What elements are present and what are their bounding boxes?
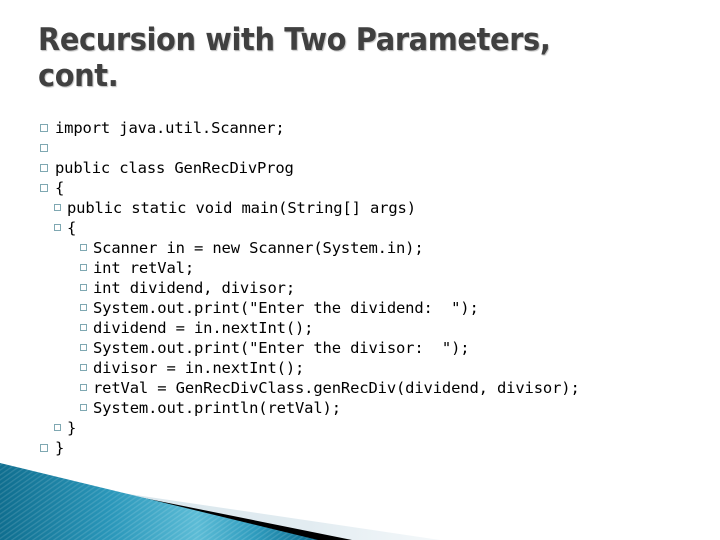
code-line-text: import java.util.Scanner;: [55, 119, 285, 137]
code-line: dividend = in.nextInt();: [40, 318, 710, 338]
code-line-text: Scanner in = new Scanner(System.in);: [93, 239, 424, 257]
code-line: }: [40, 438, 710, 458]
bullet-square-icon: [80, 364, 87, 371]
page-title: Recursion with Two Parameters, cont.: [38, 22, 561, 94]
code-line-text: System.out.print("Enter the divisor: ");: [93, 339, 470, 357]
bullet-square-icon: [40, 164, 48, 172]
code-line-text: public static void main(String[] args): [67, 199, 416, 217]
decor-black-stripe: [0, 469, 352, 540]
bullet-square-icon: [40, 444, 48, 452]
code-line-text: System.out.print("Enter the dividend: ")…: [93, 299, 479, 317]
code-line-text: System.out.println(retVal);: [93, 399, 341, 417]
code-line-text: }: [67, 419, 77, 437]
bullet-square-icon: [40, 144, 48, 152]
decor-pale-band: [0, 475, 440, 540]
code-line: divisor = in.nextInt();: [40, 358, 710, 378]
code-line-text: retVal = GenRecDivClass.genRecDiv(divide…: [93, 379, 580, 397]
code-line: {: [40, 218, 710, 238]
bullet-square-icon: [80, 344, 87, 351]
bullet-square-icon: [80, 244, 87, 251]
code-line-text: public class GenRecDivProg: [55, 159, 294, 177]
bullet-square-icon: [54, 204, 61, 211]
slide: Recursion with Two Parameters, cont. imp…: [0, 0, 720, 540]
code-line-text: }: [55, 439, 65, 457]
code-line: public class GenRecDivProg: [40, 158, 710, 178]
bullet-square-icon: [80, 264, 87, 271]
decor-teal-wedge: [0, 463, 318, 540]
code-line: System.out.print("Enter the divisor: ");: [40, 338, 710, 358]
code-line: int retVal;: [40, 258, 710, 278]
code-body: import java.util.Scanner; public class Ge…: [40, 118, 710, 458]
code-line-text: dividend = in.nextInt();: [93, 319, 314, 337]
code-line-text: {: [55, 179, 65, 197]
code-line: public static void main(String[] args): [40, 198, 710, 218]
code-line: retVal = GenRecDivClass.genRecDiv(divide…: [40, 378, 710, 398]
code-line-text: {: [67, 219, 77, 237]
bullet-square-icon: [40, 184, 48, 192]
code-line: [40, 138, 710, 158]
code-line: }: [40, 418, 710, 438]
code-line: import java.util.Scanner;: [40, 118, 710, 138]
code-line: int dividend, divisor;: [40, 278, 710, 298]
code-line-text: int retVal;: [93, 259, 194, 277]
code-line-text: divisor = in.nextInt();: [93, 359, 305, 377]
bullet-square-icon: [80, 404, 87, 411]
bullet-square-icon: [80, 304, 87, 311]
bullet-square-icon: [80, 384, 87, 391]
code-line: Scanner in = new Scanner(System.in);: [40, 238, 710, 258]
bullet-square-icon: [54, 224, 61, 231]
bullet-square-icon: [54, 424, 61, 431]
code-line: System.out.println(retVal);: [40, 398, 710, 418]
decorative-wedge: [0, 463, 440, 540]
bullet-square-icon: [80, 324, 87, 331]
bullet-square-icon: [80, 284, 87, 291]
code-line-text: int dividend, divisor;: [93, 279, 295, 297]
code-line: {: [40, 178, 710, 198]
code-line: System.out.print("Enter the dividend: ")…: [40, 298, 710, 318]
bullet-square-icon: [40, 124, 48, 132]
decor-teal-texture: [0, 463, 318, 540]
